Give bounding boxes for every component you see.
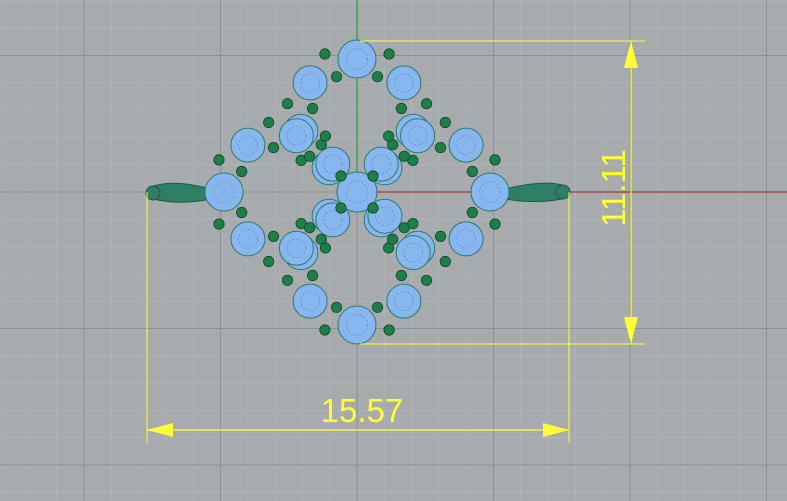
prong-bead-bottom: [407, 218, 419, 230]
stone-bottom: [337, 305, 377, 345]
stone-right: [448, 127, 484, 163]
prong-bead-right: [489, 154, 501, 166]
stone-bottom: [395, 235, 431, 271]
prong-bead-bottom: [383, 324, 395, 336]
prong-bead-left: [236, 206, 248, 219]
center-prong-bead: [367, 170, 379, 182]
prong-bead-bottom: [395, 269, 407, 282]
center-prong-bead: [367, 202, 379, 214]
prong-bead-right: [439, 116, 451, 129]
prong-bead-bottom: [306, 269, 319, 282]
prong-bead-left: [236, 165, 248, 178]
prong-bead-top: [371, 71, 384, 83]
stone-right: [448, 221, 484, 257]
prong-bead-right: [398, 150, 410, 162]
stone-left: [204, 172, 244, 212]
prong-bead-bottom: [319, 324, 331, 336]
prong-bead-right: [439, 255, 451, 268]
stone-bottom: [292, 283, 328, 319]
center-prong-bead: [335, 170, 347, 182]
stone-left: [278, 230, 314, 266]
viewport-canvas[interactable]: 15.57 11.11: [0, 0, 787, 501]
prong-bead-top: [395, 102, 407, 115]
prong-bead-bottom: [330, 301, 343, 313]
stone-top: [337, 39, 377, 79]
stone-right: [400, 118, 436, 154]
stone-right: [470, 172, 510, 212]
stone-left: [230, 221, 266, 257]
prong-bead-top: [281, 98, 294, 110]
prong-bead-left: [319, 242, 331, 254]
center-prong-bead: [335, 202, 347, 214]
prong-bead-left: [319, 130, 331, 142]
prong-bead-left: [263, 116, 275, 129]
prong-bead-right: [466, 206, 478, 219]
prong-bead-bottom: [387, 233, 399, 245]
prong-bead-top: [420, 98, 433, 110]
prong-bead-left: [263, 255, 275, 268]
prong-bead-right: [489, 218, 501, 230]
prong-bead-left: [267, 142, 280, 154]
prong-bead-top: [383, 48, 395, 60]
prong-bead-right: [382, 130, 395, 142]
prong-bead-left: [267, 230, 280, 242]
width-dimension-label: 15.57: [321, 392, 404, 429]
prong-bead-right: [434, 142, 447, 154]
prong-bead-top: [319, 48, 331, 60]
stone-left: [230, 127, 266, 163]
prong-bead-left: [304, 222, 316, 234]
prong-bead-right: [466, 165, 478, 178]
prong-bead-left: [213, 154, 225, 166]
height-dimension-label: 11.11: [595, 149, 632, 227]
prong-bead-left: [304, 150, 316, 162]
prong-bead-top: [330, 71, 343, 83]
rhino-top-viewport[interactable]: 15.57 11.11: [0, 0, 787, 501]
stone-top: [292, 65, 328, 101]
prong-bead-top: [306, 102, 319, 115]
stone-top: [386, 65, 422, 101]
prong-bead-bottom: [281, 274, 294, 286]
stone-bottom: [386, 283, 422, 319]
prong-bead-right: [434, 230, 447, 242]
prong-bead-left: [213, 218, 225, 230]
stone-left: [278, 118, 314, 154]
prong-bead-bottom: [420, 274, 433, 286]
prong-bead-bottom: [371, 301, 384, 313]
